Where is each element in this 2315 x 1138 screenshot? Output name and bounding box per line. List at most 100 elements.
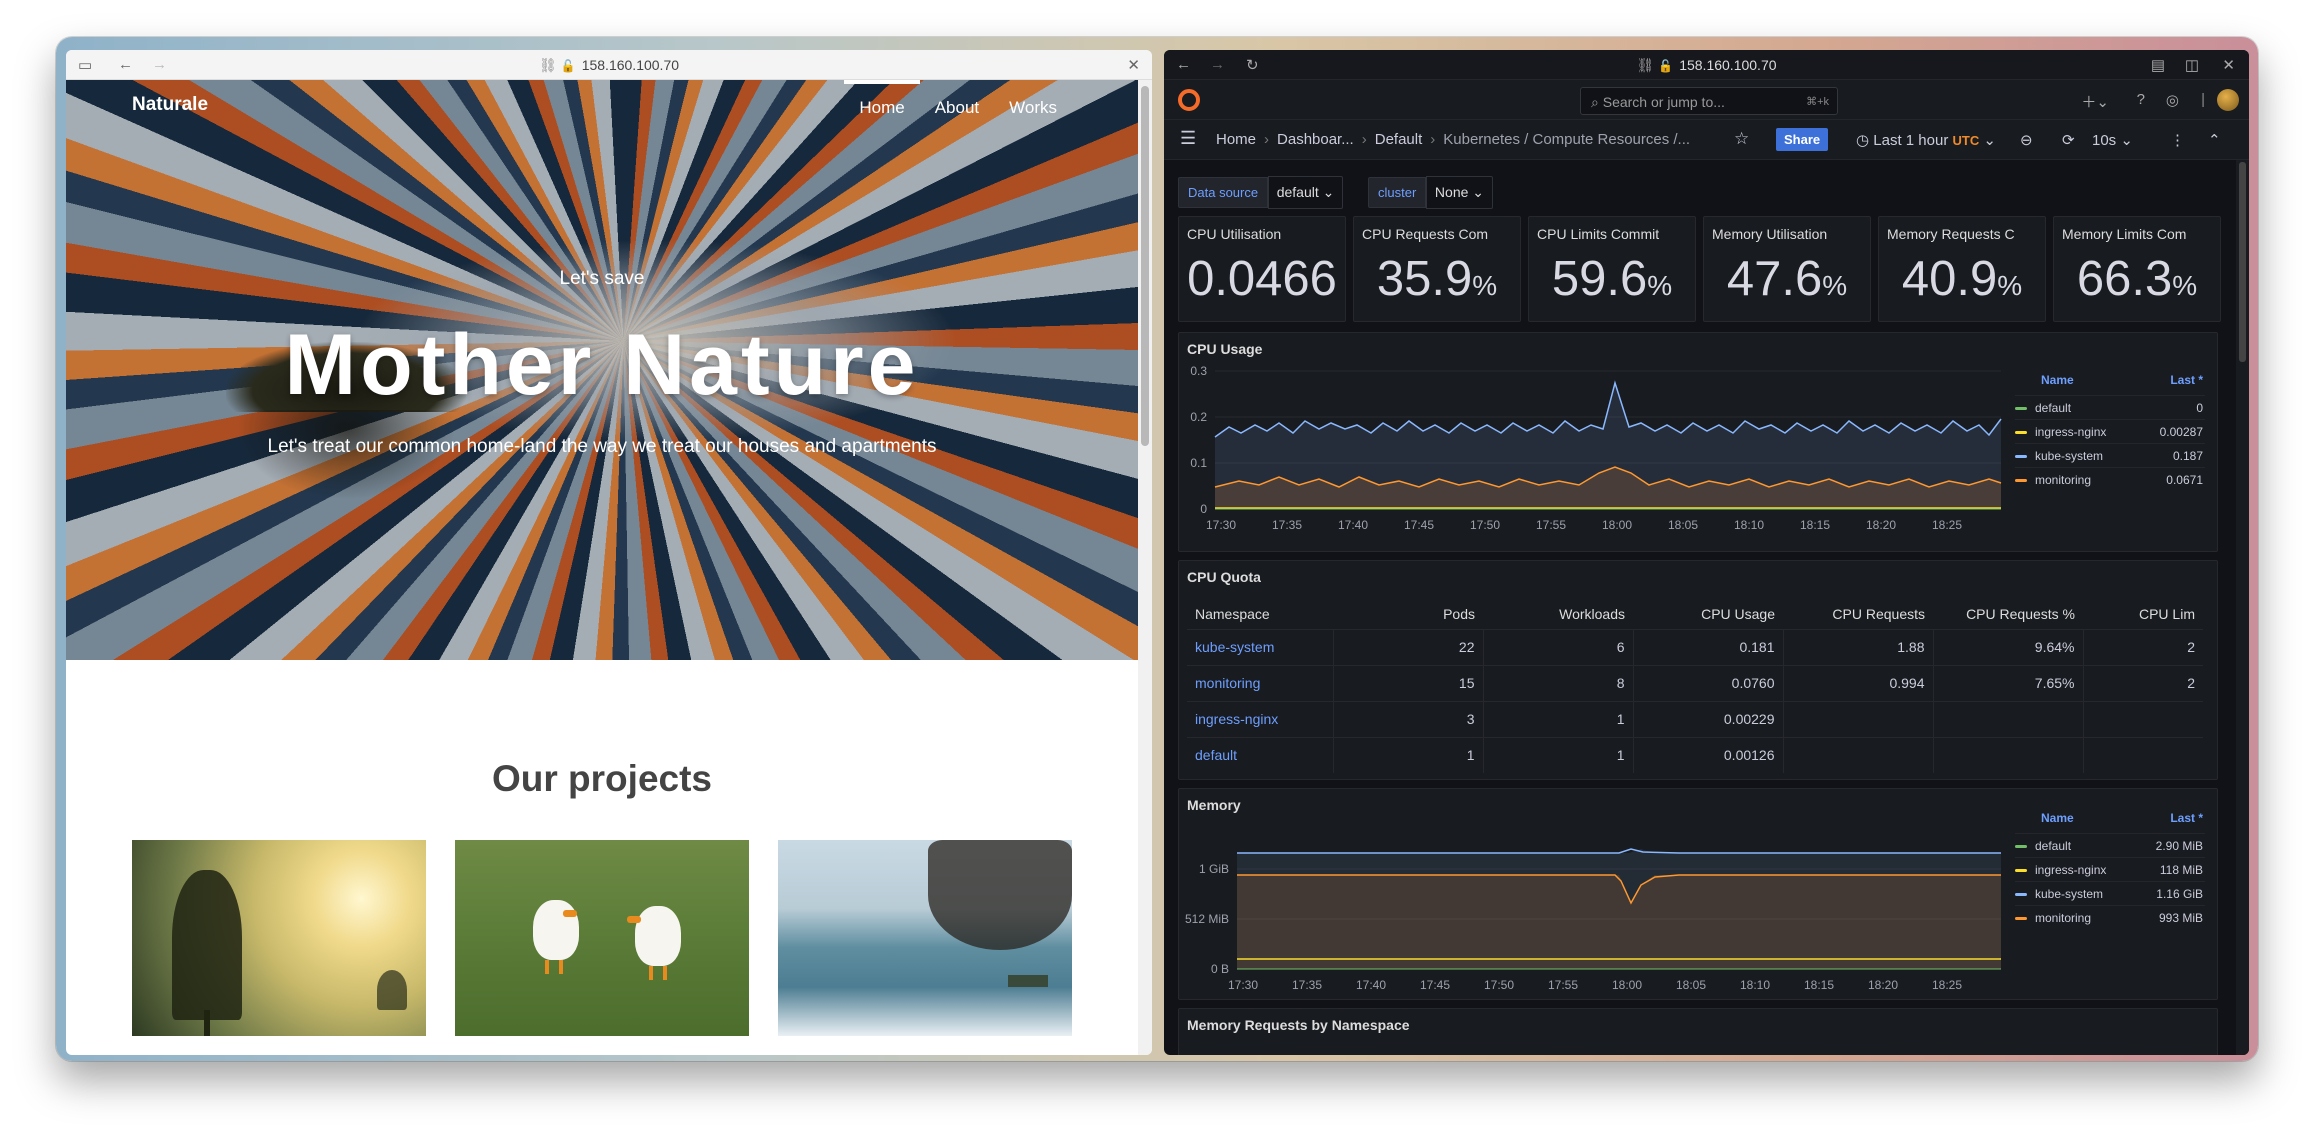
y-tick: 0.2: [1190, 410, 1207, 424]
add-icon[interactable]: ＋⌄: [2081, 91, 2109, 112]
legend-item[interactable]: ingress-nginx 0.00287: [2015, 419, 2205, 443]
cpu-usage-panel[interactable]: CPU Usage 0.3 0.2 0.1 0 17:30 17:35 17:4…: [1178, 332, 2218, 552]
x-tick: 18:10: [1740, 978, 1770, 992]
column-header[interactable]: Pods: [1333, 599, 1483, 629]
column-header[interactable]: CPU Usage: [1633, 599, 1783, 629]
column-header[interactable]: Workloads: [1483, 599, 1633, 629]
breadcrumb: Home › Dashboar... › Default › Kubernetes / Co…: [1216, 131, 1691, 148]
legend-item[interactable]: default 0: [2015, 395, 2205, 419]
x-tick: 18:00: [1612, 978, 1642, 992]
table-cell: 9.64%: [1932, 628, 2083, 665]
cluster-select[interactable]: None ⌄: [1425, 176, 1494, 209]
cpu-usage-legend: Name Last * default 0 ingress-nginx 0.00287…: [2015, 373, 2205, 491]
legend-item[interactable]: kube-system 1.16 GiB: [2015, 881, 2205, 905]
refresh-icon[interactable]: ⟳: [2062, 131, 2075, 149]
table-cell: 0.0760: [1632, 664, 1783, 701]
legend-header-last[interactable]: Last *: [2170, 811, 2203, 825]
table-cell: [2082, 700, 2203, 737]
variable-label: cluster: [1368, 177, 1427, 208]
stat-panel-cpu-limits[interactable]: CPU Limits Commit 59.6%: [1528, 216, 1696, 322]
url-text: 158.160.100.70: [581, 57, 680, 73]
stat-panel-memory-utilisation[interactable]: Memory Utilisation 47.6%: [1703, 216, 1871, 322]
close-icon[interactable]: ✕: [2222, 56, 2235, 74]
table-header-row: Namespace Pods Workloads CPU Usage CPU R…: [1187, 599, 2203, 629]
legend-item[interactable]: ingress-nginx 118 MiB: [2015, 857, 2205, 881]
datasource-select[interactable]: default ⌄: [1267, 176, 1344, 209]
legend-item[interactable]: monitoring 993 MiB: [2015, 905, 2205, 929]
refresh-interval-picker[interactable]: 10s ⌄: [2092, 131, 2133, 149]
split-view-icon[interactable]: ◫: [2185, 56, 2199, 74]
news-feed-icon[interactable]: ◎: [2166, 91, 2179, 109]
x-tick: 17:45: [1404, 518, 1434, 532]
column-header[interactable]: CPU Lim: [2083, 599, 2203, 629]
project-image-winter-lake[interactable]: [778, 840, 1072, 1036]
legend-item[interactable]: kube-system 0.187: [2015, 443, 2205, 467]
site-logo[interactable]: Naturale: [132, 94, 208, 116]
more-options-icon[interactable]: ⋮: [2170, 131, 2185, 149]
grafana-logo-icon[interactable]: [1178, 89, 1200, 111]
column-header[interactable]: CPU Requests: [1783, 599, 1933, 629]
time-range-label: Last 1 hour: [1873, 132, 1949, 149]
link-icon: ⛓: [538, 57, 557, 73]
menu-icon[interactable]: ☰: [1180, 128, 1196, 149]
x-tick: 17:40: [1338, 518, 1368, 532]
table-row: kube-system 22 6 0.181 1.88 9.64% 2: [1187, 628, 2203, 665]
namespace-link[interactable]: kube-system: [1187, 628, 1333, 665]
stat-title: CPU Requests Com: [1362, 226, 1489, 242]
legend-item[interactable]: default 2.90 MiB: [2015, 833, 2205, 857]
legend-item[interactable]: monitoring 0.0671: [2015, 467, 2205, 491]
share-button[interactable]: Share: [1776, 128, 1829, 151]
timezone-label: UTC: [1952, 133, 1980, 148]
stat-panel-memory-limits[interactable]: Memory Limits Com 66.3%: [2053, 216, 2221, 322]
nav-about[interactable]: About: [920, 80, 994, 130]
close-icon[interactable]: ✕: [1127, 56, 1140, 74]
breadcrumb-dashboard[interactable]: Kubernetes / Compute Resources /...: [1443, 131, 1690, 148]
stat-panel-memory-requests[interactable]: Memory Requests C 40.9%: [1878, 216, 2046, 322]
memory-requests-panel[interactable]: Memory Requests by Namespace: [1178, 1008, 2218, 1055]
time-picker[interactable]: ◷ Last 1 hour UTC ⌄: [1856, 131, 1996, 149]
project-image-ducks[interactable]: [455, 840, 749, 1036]
reader-icon[interactable]: ▤: [2151, 56, 2165, 74]
memory-panel[interactable]: Memory 1 GiB 512 MiB 0 B 17:30 17:35 17:…: [1178, 788, 2218, 1000]
dashboard-scrollbar-thumb[interactable]: [2239, 162, 2246, 362]
stat-panel-cpu-requests[interactable]: CPU Requests Com 35.9%: [1353, 216, 1521, 322]
namespace-link[interactable]: monitoring: [1187, 664, 1333, 701]
breadcrumb-home[interactable]: Home: [1216, 131, 1256, 148]
select-value: None: [1434, 184, 1469, 200]
stat-value: 66.3%: [2054, 251, 2220, 307]
table-row: ingress-nginx 3 1 0.00229: [1187, 700, 2203, 737]
table-cell: 6: [1482, 628, 1633, 665]
address-bar[interactable]: ⛓ 🔓 158.160.100.70: [1164, 57, 2249, 74]
breadcrumb-folder[interactable]: Default: [1375, 131, 1423, 148]
collapse-icon[interactable]: ⌃: [2208, 131, 2221, 149]
help-icon[interactable]: ?: [2137, 91, 2145, 108]
search-input[interactable]: ⌕ Search or jump to... ⌘+k: [1580, 87, 1838, 115]
star-icon[interactable]: ☆: [1734, 129, 1749, 149]
table-cell: 0.994: [1782, 664, 1933, 701]
left-scrollbar[interactable]: [1138, 80, 1152, 1055]
breadcrumb-bar: ☰ Home › Dashboar... › Default › Kubernetes / …: [1164, 120, 2249, 160]
namespace-link[interactable]: ingress-nginx: [1187, 700, 1333, 737]
dashboard-scrollbar[interactable]: [2236, 160, 2249, 1055]
column-header[interactable]: Namespace: [1187, 599, 1333, 629]
address-bar[interactable]: ⛓ 🔓 158.160.100.70: [66, 57, 1152, 74]
namespace-link[interactable]: default: [1187, 736, 1333, 773]
legend-label: default: [2035, 839, 2072, 853]
right-browser-window: ← → ↻ ⛓ 🔓 158.160.100.70 ▤ ◫ ✕ ⌕ Search or…: [1164, 50, 2249, 1055]
legend-header-last[interactable]: Last *: [2170, 373, 2203, 387]
nav-home[interactable]: Home: [844, 80, 920, 130]
left-scrollbar-thumb[interactable]: [1141, 86, 1149, 446]
breadcrumb-dashboards[interactable]: Dashboar...: [1277, 131, 1354, 148]
legend-header-name[interactable]: Name: [2041, 811, 2074, 825]
hero-section: Naturale Home About Works Let's save Mot…: [66, 80, 1138, 660]
legend-header-name[interactable]: Name: [2041, 373, 2074, 387]
nav-works[interactable]: Works: [994, 80, 1072, 130]
stat-value: 35.9%: [1354, 251, 1520, 307]
zoom-out-icon[interactable]: ⊖: [2020, 131, 2033, 149]
cpu-quota-panel[interactable]: CPU Quota Namespace Pods Workloads CPU U…: [1178, 560, 2218, 780]
project-image-foggy-tree[interactable]: [132, 840, 426, 1036]
table-cell: [1932, 736, 2083, 773]
stat-panel-cpu-utilisation[interactable]: CPU Utilisation 0.0466: [1178, 216, 1346, 322]
avatar[interactable]: [2217, 89, 2239, 111]
column-header[interactable]: CPU Requests %: [1933, 599, 2083, 629]
